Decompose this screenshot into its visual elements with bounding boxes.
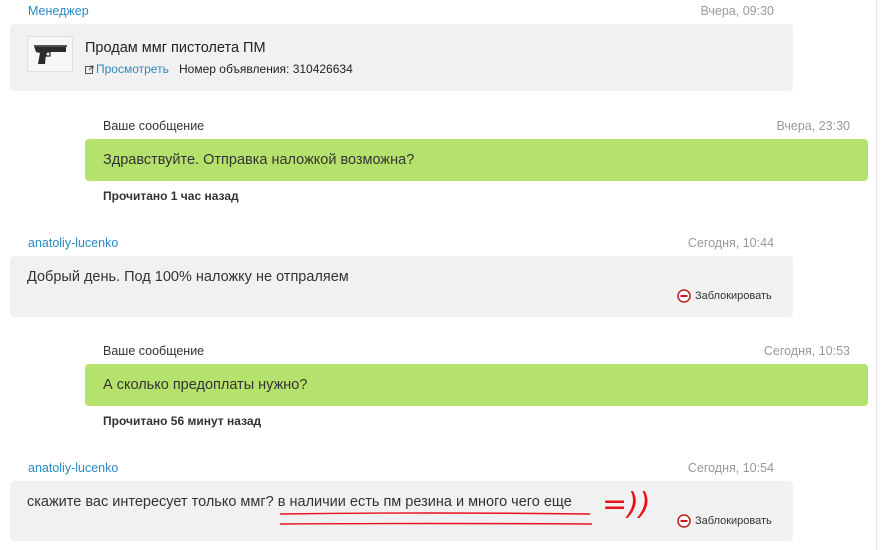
ad-message-bubble: Продам ммг пистолета ПМ Просмотреть Номе… — [10, 24, 793, 91]
message-text: Добрый день. Под 100% наложку не отпраля… — [27, 269, 349, 285]
block-icon — [677, 514, 691, 528]
message-text-part2: в наличии есть пм резина и много чего ещ… — [273, 494, 572, 510]
message-time: Вчера, 09:30 — [700, 4, 774, 18]
message-time: Сегодня, 10:54 — [687, 461, 774, 475]
incoming-message-bubble: скажите вас интересует только ммг? в нал… — [10, 481, 793, 541]
message-text-part1: скажите вас интересует только ммг? — [27, 494, 274, 510]
your-message-label: Ваше сообщение — [103, 119, 205, 133]
view-link[interactable]: Просмотреть — [85, 62, 169, 76]
message-time: Сегодня, 10:44 — [687, 236, 774, 250]
message-text: Здравствуйте. Отправка наложкой возможна… — [103, 152, 415, 168]
block-label: Заблокировать — [695, 515, 772, 527]
author-link[interactable]: anatoliy-lucenko — [28, 236, 118, 250]
pistol-icon — [34, 45, 67, 64]
message-time: Сегодня, 10:53 — [763, 344, 850, 358]
smiley-annotation: =)) — [602, 487, 651, 522]
author-link[interactable]: Менеджер — [28, 4, 89, 18]
read-status: Прочитано 56 минут назад — [103, 414, 262, 428]
block-label: Заблокировать — [695, 290, 772, 302]
block-icon — [677, 289, 691, 303]
read-status: Прочитано 1 час назад — [103, 189, 239, 203]
author-link[interactable]: anatoliy-lucenko — [28, 461, 118, 475]
block-user-button[interactable]: Заблокировать — [677, 289, 772, 303]
outgoing-message-bubble: А сколько предоплаты нужно? — [85, 364, 868, 406]
pistol-thumbnail[interactable] — [27, 36, 73, 72]
view-link-label: Просмотреть — [96, 62, 169, 76]
your-message-label: Ваше сообщение — [103, 344, 205, 358]
message-text: скажите вас интересует только ммг? в нал… — [27, 494, 572, 510]
incoming-message-bubble: Добрый день. Под 100% наложку не отпраля… — [10, 256, 793, 317]
block-user-button[interactable]: Заблокировать — [677, 514, 772, 528]
ad-number: Номер объявления: 310426634 — [179, 62, 353, 76]
external-link-icon — [85, 65, 94, 74]
right-border — [876, 0, 877, 550]
message-time: Вчера, 23:30 — [776, 119, 850, 133]
ad-title[interactable]: Продам ммг пистолета ПМ — [85, 40, 266, 56]
outgoing-message-bubble: Здравствуйте. Отправка наложкой возможна… — [85, 139, 868, 181]
underline-annotation — [279, 512, 593, 525]
message-text: А сколько предоплаты нужно? — [103, 377, 308, 393]
